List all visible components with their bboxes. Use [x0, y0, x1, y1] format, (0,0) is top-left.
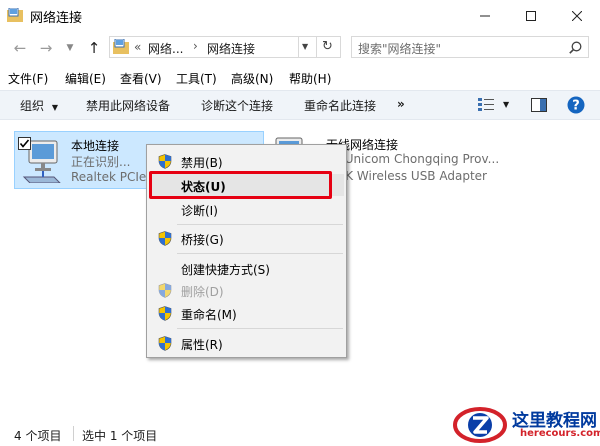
connection-status: 正在识别...	[71, 155, 131, 169]
menu-file[interactable]: 文件(F)	[8, 70, 48, 87]
menu-edit[interactable]: 编辑(E)	[65, 70, 106, 87]
menu-item-disable[interactable]: 禁用(B)	[181, 154, 223, 171]
maximize-button[interactable]	[508, 0, 554, 32]
uac-shield-icon	[158, 336, 172, 351]
menu-tools[interactable]: 工具(T)	[176, 70, 217, 87]
status-bar: 4 个项目 选中 1 个项目	[0, 422, 600, 446]
arrow-right-icon: →	[39, 39, 53, 57]
arrow-left-icon: ←	[13, 39, 27, 57]
address-bar[interactable]: « 网络... › 网络连接 ▼ ↻	[109, 36, 341, 58]
breadcrumb-overflow[interactable]: «	[134, 40, 141, 54]
minimize-button[interactable]	[462, 0, 508, 32]
menu-bar: 文件(F) 编辑(E) 查看(V) 工具(T) 高级(N) 帮助(H)	[0, 66, 600, 88]
help-icon[interactable]: ?	[567, 96, 585, 114]
checkbox-checked-icon[interactable]	[18, 137, 31, 150]
menu-item-create-shortcut[interactable]: 创建快捷方式(S)	[181, 261, 270, 278]
window-title: 网络连接	[30, 11, 83, 26]
item-count: 4 个项目	[14, 429, 62, 443]
uac-shield-icon	[158, 231, 172, 246]
close-icon	[572, 11, 582, 21]
menu-item-delete: 删除(D)	[181, 285, 224, 299]
search-box[interactable]: 搜索"网络连接"	[351, 36, 589, 58]
menu-item-rename[interactable]: 重命名(M)	[181, 306, 237, 323]
watermark-url: herecours.com	[520, 428, 600, 439]
minimize-icon	[480, 15, 490, 17]
address-dropdown-icon[interactable]: ▼	[302, 42, 308, 51]
search-icon	[569, 41, 582, 54]
menu-advanced[interactable]: 高级(N)	[231, 70, 273, 87]
view-details-icon[interactable]	[478, 98, 494, 112]
back-button[interactable]: ←	[10, 38, 30, 58]
forward-button[interactable]: →	[36, 38, 56, 58]
more-commands-button[interactable]: »	[397, 97, 405, 111]
uac-shield-icon	[158, 154, 172, 169]
rename-button[interactable]: 重命名此连接	[304, 97, 376, 114]
view-options-chevron-icon[interactable]: ▼	[503, 100, 509, 109]
chevron-down-icon: ▼	[66, 43, 74, 53]
search-input[interactable]: 搜索"网络连接"	[358, 40, 441, 57]
refresh-icon[interactable]: ↻	[322, 39, 333, 54]
up-button[interactable]: ↑	[84, 38, 104, 58]
chevron-down-icon: ▼	[51, 103, 58, 112]
organize-button[interactable]: 组织 ▼	[20, 97, 58, 114]
uac-shield-icon	[158, 283, 172, 298]
diagnose-button[interactable]: 诊断这个连接	[201, 97, 273, 114]
recent-locations-button[interactable]: ▼	[60, 38, 80, 58]
breadcrumb-chevron-icon: ›	[193, 39, 198, 53]
connection-name: 本地连接	[71, 139, 120, 153]
menu-view[interactable]: 查看(V)	[120, 70, 162, 87]
maximize-icon	[526, 11, 536, 21]
arrow-up-icon: ↑	[87, 39, 101, 57]
network-folder-icon	[113, 39, 129, 54]
network-folder-icon	[7, 8, 23, 22]
uac-shield-icon	[158, 306, 172, 321]
command-bar: 组织 ▼ 禁用此网络设备 诊断这个连接 重命名此连接 » ▼ ?	[0, 90, 600, 120]
breadcrumb-parent[interactable]: 网络...	[148, 40, 183, 57]
disable-device-button[interactable]: 禁用此网络设备	[86, 97, 170, 114]
watermark-logo-icon	[453, 407, 507, 443]
svg-text:?: ?	[572, 99, 580, 114]
title-bar: 网络连接	[0, 0, 600, 32]
highlight-box	[149, 171, 332, 199]
menu-item-bridge[interactable]: 桥接(G)	[181, 231, 224, 248]
selected-count: 选中 1 个项目	[82, 429, 158, 443]
close-button[interactable]	[554, 0, 600, 32]
connection-device: Realtek PCIe	[71, 170, 147, 184]
breadcrumb-current[interactable]: 网络连接	[207, 40, 255, 57]
connection-device: LINK Wireless USB Adapter	[326, 169, 487, 183]
preview-pane-icon[interactable]	[531, 98, 547, 112]
menu-item-properties[interactable]: 属性(R)	[181, 336, 223, 353]
menu-item-diagnose[interactable]: 诊断(I)	[181, 202, 218, 219]
connection-status: na Unicom Chongqing Prov...	[326, 152, 500, 166]
menu-help[interactable]: 帮助(H)	[289, 70, 331, 87]
